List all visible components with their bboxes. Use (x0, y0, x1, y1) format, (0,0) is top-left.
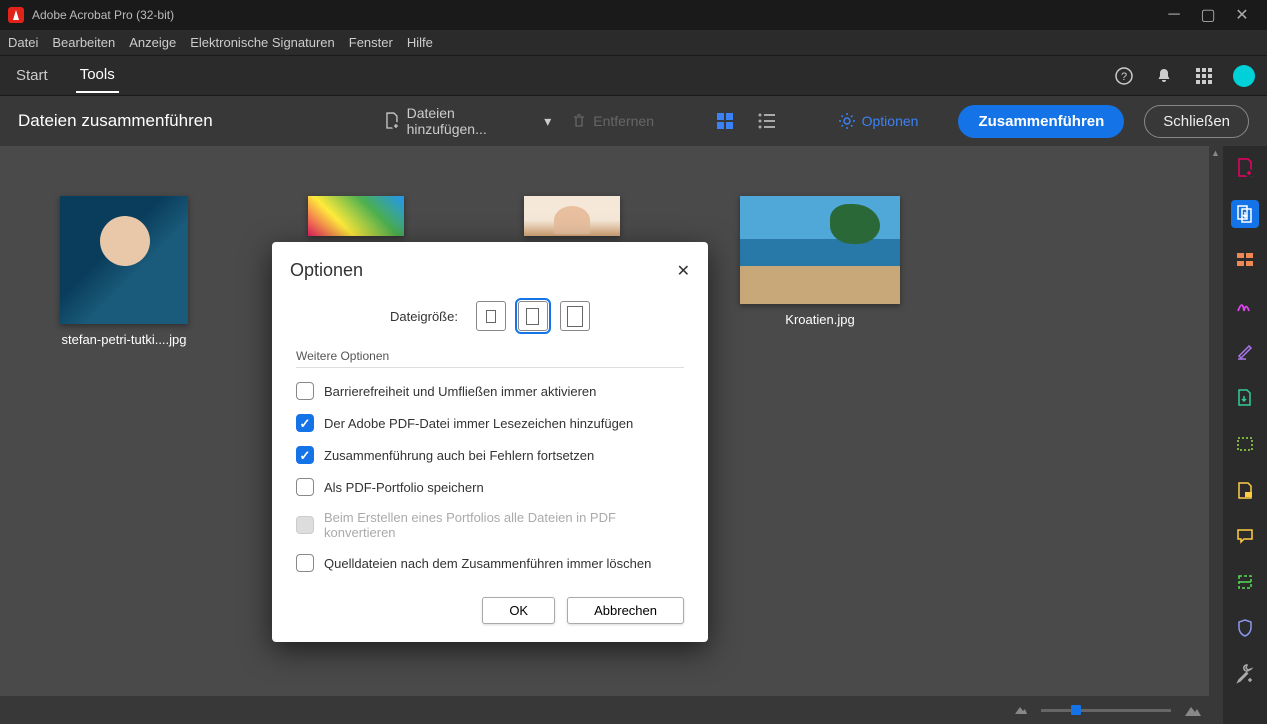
option-bookmarks[interactable]: Der Adobe PDF-Datei immer Lesezeichen hi… (296, 407, 684, 439)
vertical-scrollbar[interactable] (1209, 146, 1223, 696)
menu-fenster[interactable]: Fenster (349, 35, 393, 50)
filesize-label: Dateigröße: (390, 309, 458, 324)
menu-hilfe[interactable]: Hilfe (407, 35, 433, 50)
checkbox[interactable] (296, 382, 314, 400)
option-label: Beim Erstellen eines Portfolios alle Dat… (324, 510, 684, 540)
zoom-large-icon (1183, 702, 1203, 718)
menu-signaturen[interactable]: Elektronische Signaturen (190, 35, 335, 50)
option-delete-source[interactable]: Quelldateien nach dem Zusammenführen imm… (296, 547, 684, 579)
trash-icon (571, 113, 587, 129)
option-label: Als PDF-Portfolio speichern (324, 480, 484, 495)
remove-button[interactable]: Entfernen (571, 113, 654, 129)
checkbox (296, 516, 314, 534)
option-continue-errors[interactable]: Zusammenführung auch bei Fehlern fortset… (296, 439, 684, 471)
tabbar: Start Tools ? (0, 56, 1267, 96)
minimize-button[interactable]: ─ (1167, 8, 1181, 22)
merge-button[interactable]: Zusammenführen (958, 105, 1124, 138)
option-convert-portfolio: Beim Erstellen eines Portfolios alle Dat… (296, 503, 684, 547)
file-thumb-3[interactable] (524, 196, 620, 236)
chevron-down-icon: ▾ (544, 113, 551, 130)
compress-icon[interactable] (1231, 430, 1259, 458)
combine-toolbar: Dateien zusammenführen Dateien hinzufüge… (0, 96, 1267, 146)
help-icon[interactable]: ? (1113, 65, 1135, 87)
option-label: Barrierefreiheit und Umfließen immer akt… (324, 384, 596, 399)
file-label: Kroatien.jpg (785, 312, 854, 327)
add-files-label: Dateien hinzufügen... (407, 105, 539, 137)
file-thumb-2[interactable] (308, 196, 404, 236)
checkbox[interactable] (296, 446, 314, 464)
more-tools-icon[interactable] (1231, 660, 1259, 688)
dialog-close-button[interactable]: ✕ (677, 261, 690, 281)
filesize-large-button[interactable] (560, 301, 590, 331)
titlebar: Adobe Acrobat Pro (32-bit) ─ ▢ ✕ (0, 0, 1267, 30)
gear-icon (838, 112, 856, 130)
options-dialog: Optionen ✕ Dateigröße: Weitere Optionen … (272, 242, 708, 642)
option-portfolio[interactable]: Als PDF-Portfolio speichern (296, 471, 684, 503)
thumbnail-image (524, 196, 620, 236)
status-bar (0, 696, 1223, 724)
export-icon[interactable] (1231, 384, 1259, 412)
create-pdf-icon[interactable] (1231, 154, 1259, 182)
grid-view-button[interactable] (714, 110, 736, 132)
organize-icon[interactable] (1231, 246, 1259, 274)
option-label: Der Adobe PDF-Datei immer Lesezeichen hi… (324, 416, 633, 431)
options-button[interactable]: Optionen (838, 112, 919, 130)
remove-label: Entfernen (593, 113, 654, 129)
svg-text:?: ? (1121, 71, 1127, 83)
page-title: Dateien zusammenführen (18, 111, 213, 131)
maximize-button[interactable]: ▢ (1201, 8, 1215, 22)
checkbox[interactable] (296, 554, 314, 572)
add-files-button[interactable]: Dateien hinzufügen... ▾ (383, 105, 552, 137)
sign-icon[interactable] (1231, 292, 1259, 320)
thumbnail-image (60, 196, 188, 324)
close-window-button[interactable]: ✕ (1235, 8, 1249, 22)
option-label: Zusammenführung auch bei Fehlern fortset… (324, 448, 594, 463)
apps-grid-icon[interactable] (1193, 65, 1215, 87)
menubar: Datei Bearbeiten Anzeige Elektronische S… (0, 30, 1267, 56)
dialog-title: Optionen (290, 260, 677, 281)
window-title: Adobe Acrobat Pro (32-bit) (32, 8, 1167, 22)
section-label: Weitere Optionen (272, 345, 708, 367)
filesize-medium-button[interactable] (518, 301, 548, 331)
tab-tools[interactable]: Tools (76, 58, 119, 93)
menu-anzeige[interactable]: Anzeige (129, 35, 176, 50)
menu-bearbeiten[interactable]: Bearbeiten (52, 35, 115, 50)
combine-files-icon[interactable] (1231, 200, 1259, 228)
zoom-small-icon (1013, 702, 1029, 718)
checkbox[interactable] (296, 414, 314, 432)
checkbox[interactable] (296, 478, 314, 496)
filesize-small-button[interactable] (476, 301, 506, 331)
file-thumb-4[interactable]: Kroatien.jpg (740, 196, 900, 327)
scan-icon[interactable] (1231, 568, 1259, 596)
cancel-button[interactable]: Abbrechen (567, 597, 684, 624)
ok-button[interactable]: OK (482, 597, 555, 624)
file-label: stefan-petri-tutki....jpg (62, 332, 187, 347)
zoom-slider[interactable] (1041, 709, 1171, 712)
tab-start[interactable]: Start (12, 59, 52, 92)
stamp-icon[interactable] (1231, 476, 1259, 504)
options-label: Optionen (862, 113, 919, 129)
close-button[interactable]: Schließen (1144, 105, 1249, 138)
option-label: Quelldateien nach dem Zusammenführen imm… (324, 556, 651, 571)
thumbnail-image (740, 196, 900, 304)
right-tool-rail (1223, 146, 1267, 724)
menu-datei[interactable]: Datei (8, 35, 38, 50)
protect-icon[interactable] (1231, 614, 1259, 642)
thumbnail-image (308, 196, 404, 236)
list-view-button[interactable] (756, 110, 778, 132)
fill-sign-icon[interactable] (1231, 338, 1259, 366)
comment-icon[interactable] (1231, 522, 1259, 550)
avatar[interactable] (1233, 65, 1255, 87)
bell-icon[interactable] (1153, 65, 1175, 87)
app-icon (8, 7, 24, 23)
file-thumb-1[interactable]: stefan-petri-tutki....jpg (60, 196, 188, 347)
option-accessibility[interactable]: Barrierefreiheit und Umfließen immer akt… (296, 375, 684, 407)
add-file-icon (383, 112, 401, 130)
